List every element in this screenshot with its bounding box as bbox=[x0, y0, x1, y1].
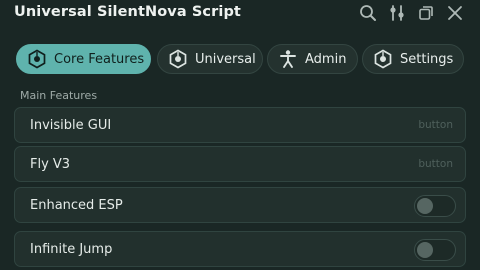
minimize-icon[interactable] bbox=[416, 3, 436, 23]
script-window: Universal SilentNova Script Core Feature… bbox=[0, 0, 480, 270]
enhanced-esp-toggle[interactable] bbox=[414, 195, 456, 217]
window-title: Universal SilentNova Script bbox=[14, 4, 241, 20]
close-icon[interactable] bbox=[445, 3, 465, 23]
tab-label: Admin bbox=[305, 51, 347, 67]
enhanced-esp-row: Enhanced ESP bbox=[14, 187, 466, 223]
invisible-gui-button[interactable]: Invisible GUI button bbox=[14, 107, 466, 143]
feature-icon bbox=[26, 48, 48, 70]
feature-label: Fly V3 bbox=[30, 157, 71, 172]
tab-label: Settings bbox=[400, 51, 454, 67]
person-icon bbox=[277, 48, 299, 70]
tab-core-features[interactable]: Core Features bbox=[16, 44, 151, 74]
infinite-jump-toggle[interactable] bbox=[414, 239, 456, 261]
tab-admin[interactable]: Admin bbox=[267, 44, 358, 74]
toggle-knob bbox=[417, 242, 433, 258]
feature-icon bbox=[167, 48, 189, 70]
feature-label: Infinite Jump bbox=[30, 242, 113, 257]
feature-label: Enhanced ESP bbox=[30, 198, 123, 213]
feature-label: Invisible GUI bbox=[30, 118, 112, 133]
fly-v3-button[interactable]: Fly V3 button bbox=[14, 146, 466, 182]
tab-universal[interactable]: Universal bbox=[157, 44, 263, 74]
toggle-knob bbox=[417, 198, 433, 214]
search-icon[interactable] bbox=[358, 3, 378, 23]
tab-label: Core Features bbox=[54, 51, 145, 67]
button-hint: button bbox=[418, 158, 453, 170]
title-bar: Universal SilentNova Script bbox=[0, 0, 480, 28]
infinite-jump-row: Infinite Jump bbox=[14, 231, 466, 267]
button-hint: button bbox=[418, 119, 453, 131]
section-heading: Main Features bbox=[20, 89, 98, 102]
feature-icon bbox=[372, 48, 394, 70]
sliders-icon[interactable] bbox=[387, 3, 407, 23]
tab-bar: Core Features Universal Admin Settings bbox=[0, 44, 480, 76]
tab-settings[interactable]: Settings bbox=[362, 44, 464, 74]
tab-label: Universal bbox=[195, 51, 256, 67]
